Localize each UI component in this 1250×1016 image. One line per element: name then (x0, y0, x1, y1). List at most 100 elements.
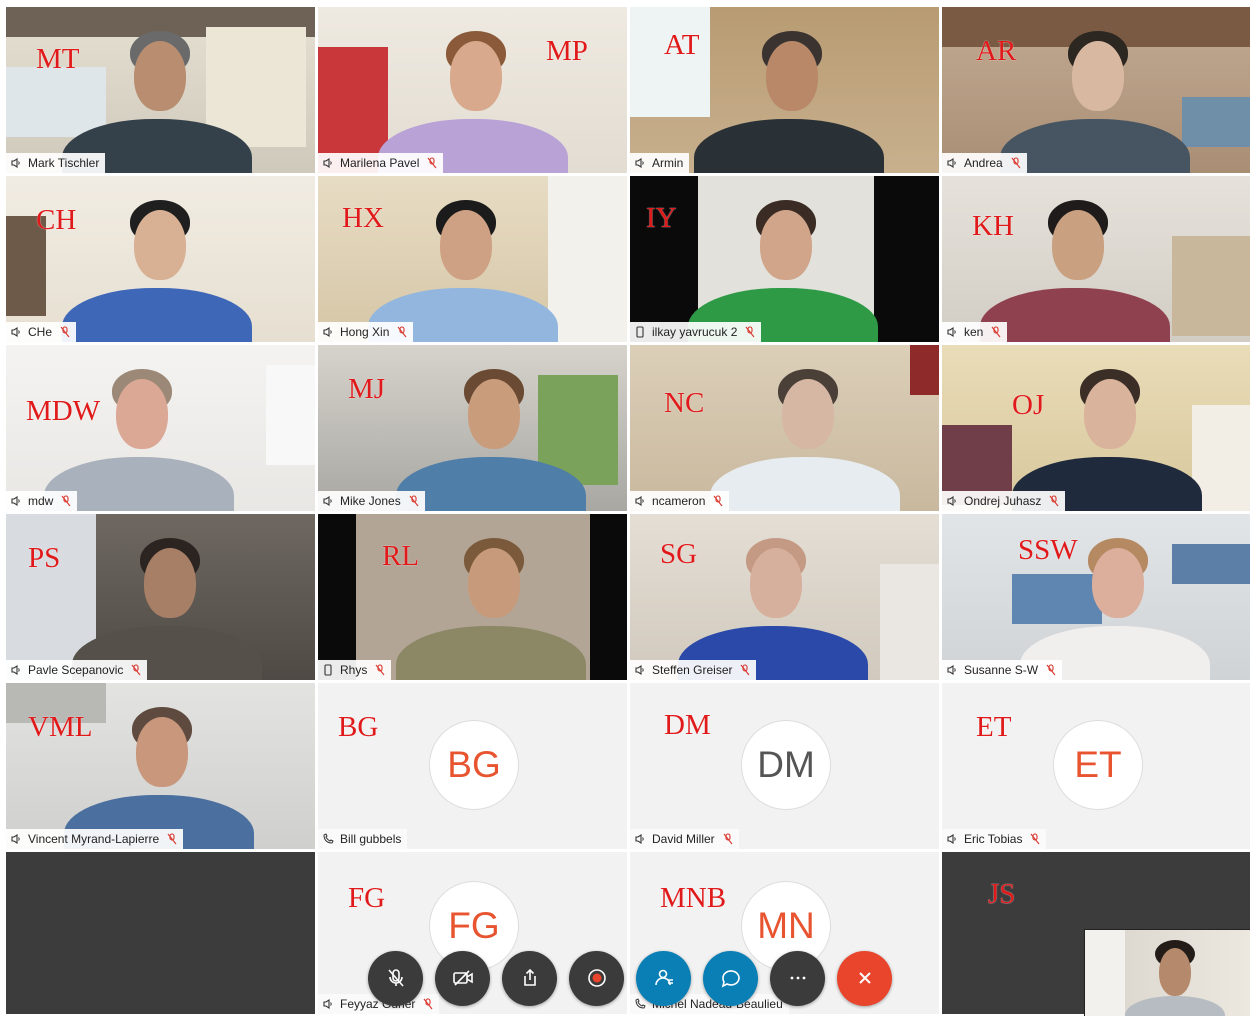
participant-nameplate: Armin (630, 153, 690, 173)
participant-face (144, 548, 196, 618)
participant-face (1092, 548, 1144, 618)
microphone-muted-icon (1049, 495, 1059, 507)
participant-face (468, 548, 520, 618)
speaker-icon (946, 326, 958, 338)
speaker-icon (946, 833, 958, 845)
participant-nameplate: Marilena Pavel (318, 153, 444, 173)
record-button[interactable] (569, 950, 624, 1006)
participant-tile[interactable]: SG Steffen Greiser (630, 514, 939, 680)
participant-nameplate: Vincent Myrand-Lapierre (6, 829, 184, 849)
participant-face (760, 210, 812, 280)
speaker-icon (946, 495, 958, 507)
participant-nameplate: Hong Xin (318, 322, 414, 342)
participant-tile[interactable]: VML Vincent Myrand-Lapierre (6, 683, 315, 849)
participants-icon (652, 966, 676, 990)
self-view-video[interactable] (1084, 929, 1250, 1016)
participant-tile[interactable]: PS Pavle Scepanovic (6, 514, 315, 680)
participant-nameplate: Rhys (318, 660, 392, 680)
participant-nameplate: Steffen Greiser (630, 660, 757, 680)
more-button[interactable] (770, 950, 825, 1006)
phone-device-icon (322, 664, 334, 676)
participant-tile[interactable]: SSW Susanne S-W (942, 514, 1250, 680)
participant-face (1052, 210, 1104, 280)
participant-nameplate: Andrea (942, 153, 1027, 173)
participant-tile[interactable]: OJ Ondrej Juhasz (942, 345, 1250, 511)
participant-tile[interactable]: NC ncameron (630, 345, 939, 511)
speaker-icon (634, 495, 646, 507)
avatar: DM (742, 721, 830, 809)
participant-initials-label: PS (28, 542, 61, 574)
participant-nameplate: David Miller (630, 829, 739, 849)
participant-face (440, 210, 492, 280)
participant-tile[interactable]: RL Rhys (318, 514, 627, 680)
participant-nameplate: CHe (6, 322, 77, 342)
participant-initials-label: KH (972, 210, 1014, 242)
participant-name: Pavle Scepanovic (28, 663, 124, 677)
participant-tile[interactable]: DM DM David Miller (630, 683, 939, 849)
background-object (1182, 97, 1250, 147)
leave-button[interactable] (837, 950, 892, 1006)
participant-name: ken (964, 325, 984, 339)
share-button[interactable] (502, 950, 557, 1006)
background-object (266, 365, 315, 465)
participants-button[interactable] (636, 950, 691, 1006)
participant-tile[interactable]: KH ken (942, 176, 1250, 342)
participant-initials-label: AT (664, 29, 700, 61)
participant-face (766, 41, 818, 111)
speaker-icon (946, 664, 958, 676)
background-object (880, 564, 939, 680)
speaker-icon (322, 326, 334, 338)
participant-tile[interactable]: CH CHe (6, 176, 315, 342)
participant-initials-label: MJ (348, 373, 386, 405)
participant-face (1084, 379, 1136, 449)
participant-tile[interactable] (6, 852, 315, 1014)
participant-tile[interactable]: ET ET Eric Tobias (942, 683, 1250, 849)
participant-nameplate: Ondrej Juhasz (942, 491, 1066, 511)
participant-nameplate: ilkay yavrucuk 2 (630, 322, 762, 342)
participant-initials-label: AR (976, 35, 1017, 67)
participant-tile[interactable]: AR Andrea (942, 7, 1250, 173)
background-object (6, 67, 106, 137)
participant-initials-label: FG (348, 882, 386, 914)
microphone-muted-icon (167, 833, 177, 845)
participant-name: Rhys (340, 663, 368, 677)
participant-nameplate: Mike Jones (318, 491, 425, 511)
microphone-muted-icon (409, 495, 419, 507)
participant-tile[interactable]: IY ilkay yavrucuk 2 (630, 176, 939, 342)
telephone-icon (322, 833, 334, 845)
participant-tile[interactable]: MP Marilena Pavel (318, 7, 627, 173)
participant-initials-label: RL (382, 540, 420, 572)
mute-button[interactable] (368, 950, 423, 1006)
participant-tile[interactable]: MDW mdw (6, 345, 315, 511)
participant-initials-label: ET (976, 711, 1012, 743)
participant-face (1072, 41, 1124, 111)
participant-name: Andrea (964, 156, 1003, 170)
speaker-icon (946, 157, 958, 169)
background-object (1172, 236, 1250, 336)
microphone-muted-icon (60, 326, 70, 338)
participant-tile[interactable]: AT Armin (630, 7, 939, 173)
participant-name: Bill gubbels (340, 832, 402, 846)
participant-nameplate: ken (942, 322, 1008, 342)
avatar: BG (430, 721, 518, 809)
background-object (630, 7, 710, 117)
more-icon (786, 966, 810, 990)
speaker-icon (322, 157, 334, 169)
participant-tile[interactable]: MT Mark Tischler (6, 7, 315, 173)
participant-name: ilkay yavrucuk 2 (652, 325, 738, 339)
chat-button[interactable] (703, 950, 758, 1006)
participant-nameplate: Eric Tobias (942, 829, 1047, 849)
speaker-icon (10, 495, 22, 507)
video-grid: MT Mark Tischler MP Marilena Pavel AT Armin AR… (6, 7, 1250, 1015)
participant-name: Steffen Greiser (652, 663, 733, 677)
participant-tile[interactable]: BG BG Bill gubbels (318, 683, 627, 849)
participant-name: Hong Xin (340, 325, 390, 339)
stop-video-button[interactable] (435, 950, 490, 1006)
phone-device-icon (634, 326, 646, 338)
participant-initials-label: OJ (1012, 389, 1045, 421)
participant-tile[interactable]: MJ Mike Jones (318, 345, 627, 511)
participant-tile[interactable]: HX Hong Xin (318, 176, 627, 342)
participant-face (468, 379, 520, 449)
participant-initials-label: SG (660, 538, 698, 570)
speaker-icon (322, 998, 334, 1010)
